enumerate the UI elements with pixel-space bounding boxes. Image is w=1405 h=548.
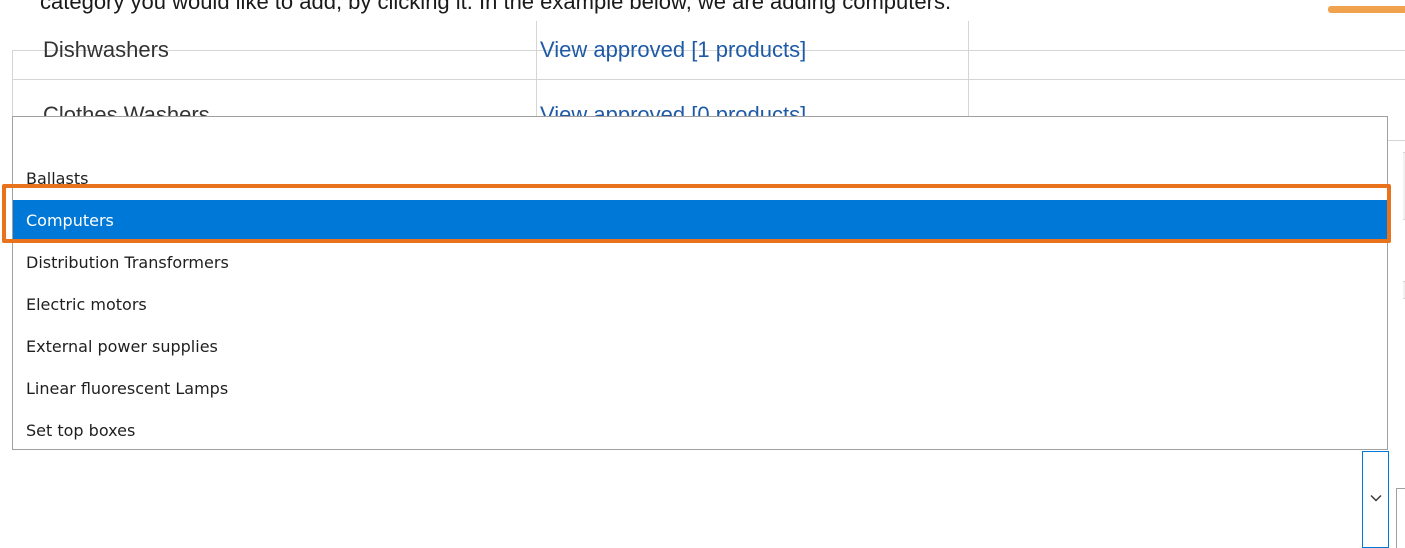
column-divider [968, 21, 969, 79]
dropdown-option-distribution-transformers[interactable]: Distribution Transformers [13, 242, 1387, 284]
dropdown-option-linear-fluorescent-lamps[interactable]: Linear fluorescent Lamps [13, 368, 1387, 410]
dropdown-option-computers[interactable]: Computers [13, 200, 1387, 242]
table-row: Dishwashers View approved [1 products] [13, 21, 1405, 80]
chevron-down-icon [1370, 495, 1382, 502]
screenshot-page: category you would like to add, by click… [0, 0, 1405, 548]
column-divider [536, 21, 537, 79]
adjacent-input-field[interactable] [1396, 488, 1405, 548]
dropdown-toggle-button[interactable] [1362, 451, 1389, 548]
instruction-text: category you would like to add, by click… [40, 0, 952, 14]
category-dropdown-list[interactable]: Ballasts Computers Distribution Transfor… [12, 116, 1388, 450]
dropdown-option-empty[interactable] [13, 117, 1387, 159]
category-name: Dishwashers [43, 37, 169, 62]
accent-bar [1328, 6, 1405, 13]
dropdown-option-electric-motors[interactable]: Electric motors [13, 284, 1387, 326]
dropdown-option-set-top-boxes[interactable]: Set top boxes [13, 410, 1387, 452]
dropdown-option-external-power-supplies[interactable]: External power supplies [13, 326, 1387, 368]
dropdown-option-ballasts[interactable]: Ballasts [13, 158, 1387, 200]
view-approved-link[interactable]: View approved [1 products] [540, 37, 806, 63]
